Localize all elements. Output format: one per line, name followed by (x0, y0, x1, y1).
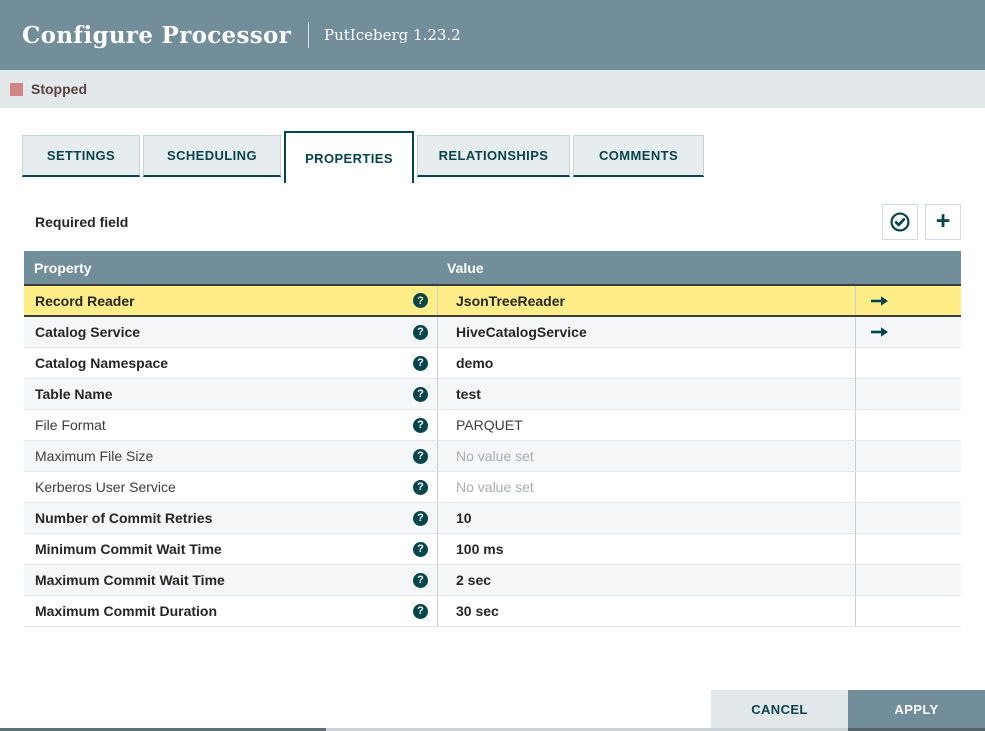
help-icon[interactable]: ? (413, 510, 428, 526)
property-name: Record Reader (35, 292, 135, 309)
tab-bar: SETTINGS SCHEDULING PROPERTIES RELATIONS… (22, 131, 985, 191)
tab-comments[interactable]: COMMENTS (573, 135, 704, 177)
property-value: test (456, 386, 481, 402)
property-name: Catalog Service (35, 324, 141, 340)
property-value: JsonTreeReader (456, 292, 565, 309)
help-icon[interactable]: ? (413, 572, 428, 588)
property-value: demo (456, 355, 494, 371)
tab-scheduling[interactable]: SCHEDULING (143, 135, 281, 177)
table-row[interactable]: Catalog Service? HiveCatalogService (24, 317, 961, 348)
property-value: 2 sec (456, 572, 492, 588)
property-value: HiveCatalogService (456, 324, 587, 340)
property-value: No value set (456, 448, 534, 464)
toolbar-icons: + (875, 204, 961, 240)
add-property-button[interactable]: + (925, 204, 961, 240)
table-row[interactable]: Maximum Commit Duration? 30 sec (24, 596, 961, 627)
help-icon[interactable]: ? (413, 541, 428, 557)
table-row[interactable]: Catalog Namespace? demo (24, 348, 961, 379)
help-icon[interactable]: ? (413, 603, 428, 619)
help-icon[interactable]: ? (413, 448, 428, 464)
property-value: 100 ms (456, 541, 504, 557)
property-value-cell[interactable]: 30 sec (437, 596, 855, 626)
property-value: PARQUET (456, 417, 523, 433)
dialog-header: Configure Processor PutIceberg 1.23.2 (0, 0, 985, 70)
column-header-value: Value (447, 259, 484, 276)
table-row[interactable]: File Format? PARQUET (24, 410, 961, 441)
property-value-cell[interactable]: JsonTreeReader (437, 286, 855, 315)
column-header-property: Property (34, 259, 92, 276)
stopped-status-icon (10, 82, 23, 96)
table-row[interactable]: Minimum Commit Wait Time? 100 ms (24, 534, 961, 565)
table-row[interactable]: Table Name? test (24, 379, 961, 410)
table-row[interactable]: Maximum File Size? No value set (24, 441, 961, 472)
check-circle-icon (890, 212, 910, 232)
plus-icon: + (935, 206, 951, 235)
property-name: Maximum Commit Wait Time (35, 572, 225, 588)
apply-button[interactable]: APPLY (848, 690, 985, 728)
help-icon[interactable]: ? (413, 479, 428, 495)
property-name: Minimum Commit Wait Time (35, 541, 222, 557)
property-value: 10 (456, 510, 472, 526)
processor-type-version: PutIceberg 1.23.2 (324, 26, 461, 44)
help-icon[interactable]: ? (413, 293, 428, 308)
table-row[interactable]: Kerberos User Service? No value set (24, 472, 961, 503)
property-name: Kerberos User Service (35, 479, 176, 495)
status-bar: Stopped (0, 70, 985, 108)
required-field-label: Required field (35, 214, 129, 230)
properties-table: Property Value Record Reader? JsonTreeRe… (24, 251, 961, 627)
dialog-footer: CANCEL APPLY (711, 690, 985, 728)
table-row[interactable]: Record Reader? JsonTreeReader (24, 284, 961, 317)
property-value: 30 sec (456, 603, 499, 619)
property-name: File Format (35, 417, 106, 433)
tab-settings-label: SETTINGS (46, 148, 116, 163)
property-value-cell[interactable]: PARQUET (437, 410, 855, 440)
property-name: Maximum File Size (35, 448, 154, 464)
property-value-cell[interactable]: 10 (437, 503, 855, 533)
verify-properties-button[interactable] (882, 204, 918, 240)
property-name: Table Name (35, 386, 113, 402)
tab-settings[interactable]: SETTINGS (22, 135, 140, 177)
help-icon[interactable]: ? (413, 355, 428, 371)
property-value-cell[interactable]: 2 sec (437, 565, 855, 595)
help-icon[interactable]: ? (413, 417, 428, 433)
property-value-cell[interactable]: test (437, 379, 855, 409)
go-to-service-arrow-icon[interactable] (870, 326, 890, 338)
tab-properties-label: PROPERTIES (305, 150, 393, 166)
property-value: No value set (456, 479, 534, 495)
property-value-cell[interactable]: No value set (437, 472, 855, 502)
help-icon[interactable]: ? (413, 386, 428, 402)
dialog-title: Configure Processor (22, 21, 292, 49)
table-row[interactable]: Number of Commit Retries? 10 (24, 503, 961, 534)
go-to-service-arrow-icon[interactable] (870, 295, 890, 307)
tab-comments-label: COMMENTS (598, 148, 679, 163)
tab-relationships[interactable]: RELATIONSHIPS (417, 135, 570, 177)
property-value-cell[interactable]: HiveCatalogService (437, 317, 855, 347)
property-value-cell[interactable]: No value set (437, 441, 855, 471)
property-name: Maximum Commit Duration (35, 603, 218, 619)
cancel-button[interactable]: CANCEL (711, 690, 848, 728)
property-name: Catalog Namespace (35, 355, 169, 371)
table-row[interactable]: Maximum Commit Wait Time? 2 sec (24, 565, 961, 596)
header-divider (308, 22, 310, 48)
tab-relationships-label: RELATIONSHIPS (438, 148, 549, 163)
property-value-cell[interactable]: 100 ms (437, 534, 855, 564)
property-value-cell[interactable]: demo (437, 348, 855, 378)
table-header-row: Property Value (24, 251, 961, 284)
properties-toolbar: Required field + (24, 203, 961, 241)
property-name: Number of Commit Retries (35, 510, 213, 526)
tab-scheduling-label: SCHEDULING (167, 148, 257, 163)
status-label: Stopped (31, 81, 87, 97)
help-icon[interactable]: ? (413, 324, 428, 340)
tab-properties[interactable]: PROPERTIES (284, 131, 414, 183)
